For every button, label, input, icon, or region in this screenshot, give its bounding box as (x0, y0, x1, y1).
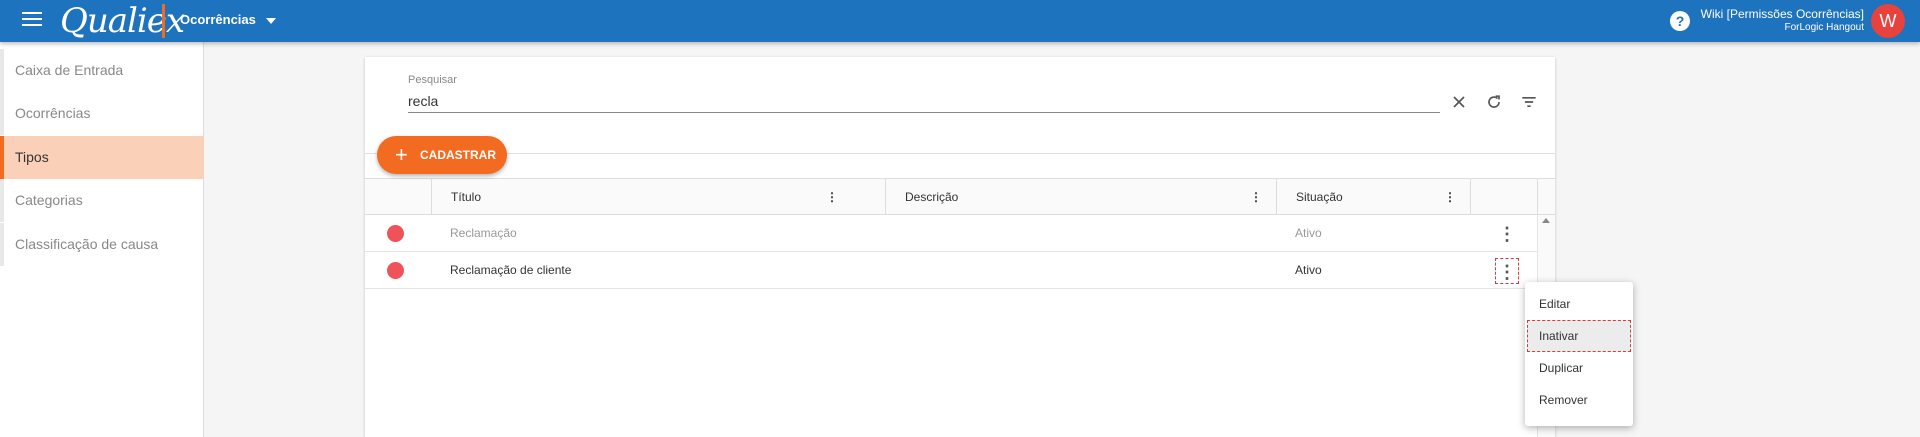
module-selector[interactable]: Ocorrências (180, 12, 276, 27)
cell-title: Reclamação (450, 226, 517, 240)
menu-icon[interactable] (22, 12, 42, 28)
add-button[interactable]: + CADASTRAR (377, 136, 507, 174)
column-header-actions (1470, 179, 1537, 215)
cell-status: Ativo (1295, 226, 1322, 240)
main-card: Pesquisar + CADASTRAR Título ⋮ Descrição… (365, 57, 1555, 437)
table-row[interactable]: Reclamação de cliente Ativo ⋮ (365, 252, 1555, 289)
user-name: Wiki [Permissões Ocorrências] (1700, 7, 1864, 21)
row-more-icon[interactable]: ⋮ (1495, 221, 1519, 247)
menu-item-duplicar[interactable]: Duplicar (1527, 352, 1631, 384)
status-indicator (387, 262, 404, 279)
cell-title: Reclamação de cliente (450, 263, 572, 277)
user-organization: ForLogic Hangout (1784, 22, 1865, 33)
refresh-icon[interactable] (1484, 92, 1504, 112)
sidebar-item-tipos[interactable]: Tipos (0, 136, 204, 179)
row-more-icon[interactable]: ⋮ (1495, 258, 1519, 284)
help-icon[interactable]: ? (1670, 11, 1690, 31)
sidebar-item-ocorrencias[interactable]: Ocorrências (0, 92, 204, 135)
column-menu-icon[interactable]: ⋮ (1250, 179, 1262, 215)
column-header-label: Descrição (905, 190, 959, 204)
column-header-label: Título (451, 190, 482, 204)
status-indicator (387, 225, 404, 242)
row-context-menu: Editar Inativar Duplicar Remover (1525, 282, 1633, 426)
search-label: Pesquisar (408, 74, 457, 86)
sidebar-item-classificacao-de-causa[interactable]: Classificação de causa (0, 223, 204, 266)
user-info[interactable]: Wiki [Permissões Ocorrências] ForLogic H… (1701, 7, 1864, 34)
search-input[interactable] (408, 89, 1440, 113)
column-menu-icon[interactable]: ⋮ (826, 179, 838, 215)
column-header-descricao[interactable]: Descrição ⋮ (885, 179, 1276, 215)
column-header-titulo[interactable]: Título ⋮ (431, 179, 852, 215)
avatar[interactable]: W (1871, 4, 1905, 38)
sidebar-item-caixa-de-entrada[interactable]: Caixa de Entrada (0, 49, 204, 92)
module-label: Ocorrências (180, 12, 256, 27)
table-row[interactable]: Reclamação Ativo ⋮ (365, 215, 1555, 252)
cell-status: Ativo (1295, 263, 1322, 277)
table-header: Título ⋮ Descrição ⋮ Situação ⋮ (365, 178, 1555, 215)
filter-icon[interactable] (1519, 92, 1539, 112)
column-menu-icon[interactable]: ⋮ (1444, 179, 1456, 215)
plus-icon: + (395, 142, 408, 167)
menu-item-inativar[interactable]: Inativar (1527, 320, 1631, 352)
sidebar-item-categorias[interactable]: Categorias (0, 179, 204, 222)
sidebar: Caixa de Entrada Ocorrências Tipos Categ… (0, 42, 204, 437)
add-button-label: CADASTRAR (420, 148, 496, 162)
column-header-scroll (1537, 179, 1555, 215)
caret-down-icon (265, 17, 276, 24)
top-bar: Qualiex Ocorrências ? Wiki [Permissões O… (0, 0, 1920, 42)
app-logo[interactable]: Qualiex (60, 2, 185, 40)
column-header-situacao[interactable]: Situação ⋮ (1276, 179, 1470, 215)
logo-divider (162, 4, 165, 38)
menu-item-remover[interactable]: Remover (1527, 384, 1631, 416)
column-header-label: Situação (1296, 190, 1343, 204)
menu-item-editar[interactable]: Editar (1527, 288, 1631, 320)
clear-icon[interactable] (1449, 92, 1469, 112)
scroll-up-arrow-icon[interactable] (1542, 218, 1550, 223)
toolbar-divider (365, 153, 1555, 154)
